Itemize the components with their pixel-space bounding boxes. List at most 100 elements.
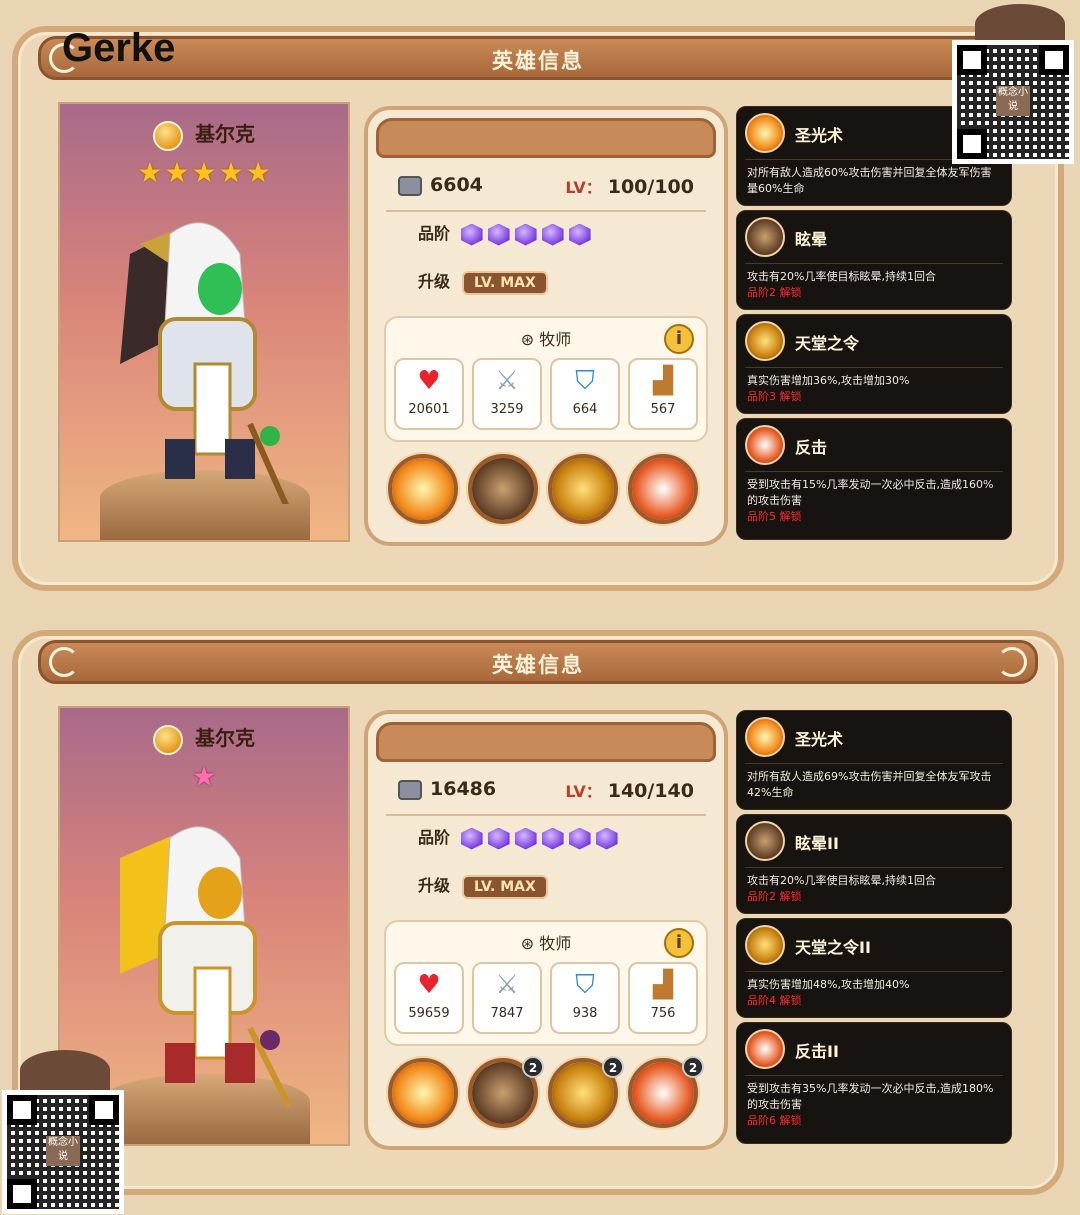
class-icon: ⊛ [520, 934, 540, 953]
skill-card[interactable]: 天堂之令 真实伤害增加36%,攻击增加30% 品阶3 解锁 [736, 314, 1012, 414]
grade-gem-icon [568, 223, 591, 246]
heart-icon: ♥ [417, 970, 441, 1000]
faction-icon [153, 120, 183, 151]
skill-counter-icon[interactable] [628, 454, 698, 524]
skill-desc: 真实伤害增加36%,攻击增加30% 品阶3 解锁 [747, 373, 1001, 405]
divider [745, 1075, 1003, 1076]
qr-logo: 概念小说 [46, 1136, 80, 1166]
star-rating: ★★★★★ [60, 156, 348, 189]
divider [386, 814, 706, 816]
skill-heaven-order-icon[interactable] [548, 454, 618, 524]
faction-icon [153, 724, 183, 755]
hero-name: 基尔克 [195, 122, 255, 146]
skill-unlock: 品阶2 解锁 [747, 286, 802, 299]
info-button[interactable]: i [664, 324, 694, 354]
grade-gem-icon [541, 223, 564, 246]
grade-gem-icon [595, 827, 618, 850]
power-row: 16486 LV： 140/140 [398, 778, 704, 808]
qr-hood-decoration [20, 1050, 110, 1090]
level-display: LV： 100/100 [565, 174, 694, 198]
skill-desc: 攻击有20%几率使目标眩晕,持续1回合 品阶2 解锁 [747, 873, 1001, 905]
stat-atk: ⚔ 7847 [472, 962, 542, 1034]
grade-label: 品阶 [418, 828, 451, 847]
skill-desc: 受到攻击有15%几率发动一次必中反击,造成160%的攻击伤害 品阶5 解锁 [747, 477, 1001, 525]
qr-code-top: 概念小说 [952, 40, 1074, 164]
boot-icon: ▟ [653, 366, 673, 396]
class-icon: ⊛ [520, 330, 540, 349]
divider [745, 367, 1003, 368]
swirl-ornament-icon [997, 647, 1027, 677]
pink-star-icon: ★ [191, 760, 217, 793]
star-icon: ★ [191, 156, 217, 189]
star-rating: ★ [60, 760, 348, 793]
skill-holy-light-icon[interactable] [388, 454, 458, 524]
skill-unlock: 品阶3 解锁 [747, 390, 802, 403]
stat-hp: ♥ 59659 [394, 962, 464, 1034]
panel-header: 英雄信息 [38, 36, 1038, 80]
skill-icon-row [384, 454, 708, 530]
skill-card[interactable]: 圣光术 对所有敌人造成69%攻击伤害并回复全体友军攻击42%生命 [736, 710, 1012, 810]
skill-icon-row: 2 2 2 [384, 1056, 708, 1134]
upgrade-label: 升级 [418, 272, 451, 291]
hero-portrait[interactable]: 基尔克 ★★★★★ [58, 102, 350, 542]
hero-stats-card: 6604 LV： 100/100 品阶 升级 LV. MAX ⊛ 牧师 i ♥ 206… [364, 106, 728, 546]
skill-counter-icon [745, 1029, 785, 1069]
grade-gem-icon [514, 827, 537, 850]
info-button[interactable]: i [664, 928, 694, 958]
grade-gem-icon [568, 827, 591, 850]
upgrade-lv-max-button[interactable]: LV. MAX [462, 271, 548, 295]
level-label: LV： [565, 178, 602, 197]
qr-corner [7, 1179, 37, 1209]
qr-logo: 概念小说 [996, 86, 1030, 116]
grade-gem-icon [487, 223, 510, 246]
skill-name: 眩晕II [795, 834, 839, 853]
hero-name: 基尔克 [195, 726, 255, 750]
skill-heaven-order-icon [745, 321, 785, 361]
upgrade-row: 升级 LV. MAX [418, 268, 548, 295]
stats-card-header [376, 722, 716, 762]
skill-unlock: 品阶5 解锁 [747, 510, 802, 523]
skill-holy-light-icon[interactable] [388, 1058, 458, 1128]
divider [745, 971, 1003, 972]
stat-hp-value: 59659 [408, 1006, 450, 1021]
stat-def-value: 664 [572, 402, 598, 417]
skill-counter-icon [745, 425, 785, 465]
class-label: ⊛ 牧师 [520, 330, 572, 349]
grade-gem-icon [487, 827, 510, 850]
grade-row: 品阶 [418, 824, 618, 850]
stats-card-header [376, 118, 716, 158]
skill-card[interactable]: 天堂之令II 真实伤害增加48%,攻击增加40% 品阶4 解锁 [736, 918, 1012, 1018]
class-stats-box: ⊛ 牧师 i ♥ 59659 ⚔ 7847 ⛉ 938 ▟ 756 [384, 920, 708, 1046]
skill-desc: 攻击有20%几率使目标眩晕,持续1回合 品阶2 解锁 [747, 269, 1001, 301]
skill-name: 天堂之令II [795, 938, 871, 957]
skill-unlock: 品阶2 解锁 [747, 890, 802, 903]
skill-desc: 对所有敌人造成69%攻击伤害并回复全体友军攻击42%生命 [747, 770, 992, 799]
power-value: 16486 [430, 778, 497, 800]
upgrade-label: 升级 [418, 876, 451, 895]
skill-card[interactable]: 反击 受到攻击有15%几率发动一次必中反击,造成160%的攻击伤害 品阶5 解锁 [736, 418, 1012, 540]
star-icon: ★ [245, 156, 271, 189]
qr-corner [957, 129, 987, 159]
grade-gem-icon [514, 223, 537, 246]
grade-row: 品阶 [418, 220, 591, 246]
star-icon: ★ [164, 156, 190, 189]
skill-card[interactable]: 眩晕II 攻击有20%几率使目标眩晕,持续1回合 品阶2 解锁 [736, 814, 1012, 914]
stat-spd-value: 756 [650, 1006, 676, 1021]
skill-stun-icon[interactable] [468, 454, 538, 524]
upgrade-lv-max-button[interactable]: LV. MAX [462, 875, 548, 899]
grade-gem-icon [460, 223, 483, 246]
skill-card[interactable]: 反击II 受到攻击有35%几率发动一次必中反击,造成180%的攻击伤害 品阶6 解… [736, 1022, 1012, 1144]
divider [745, 263, 1003, 264]
grade-gem-icon [460, 827, 483, 850]
qr-corner [957, 45, 987, 75]
panel-title: 英雄信息 [492, 653, 584, 677]
skill-name: 圣光术 [795, 730, 844, 749]
skill-card[interactable]: 眩晕 攻击有20%几率使目标眩晕,持续1回合 品阶2 解锁 [736, 210, 1012, 310]
power-value: 6604 [430, 174, 483, 196]
skill-heaven-order-icon [745, 925, 785, 965]
stat-spd: ▟ 756 [628, 962, 698, 1034]
star-icon: ★ [137, 156, 163, 189]
hero-name-row: 基尔克 [60, 722, 348, 755]
power-icon [398, 779, 422, 800]
hero-figure [120, 222, 289, 504]
